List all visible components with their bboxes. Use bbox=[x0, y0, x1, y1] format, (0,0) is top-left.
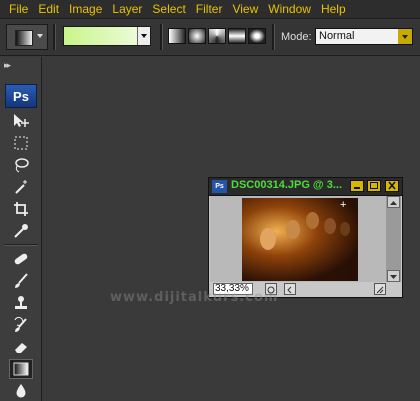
chevron-left-icon bbox=[287, 286, 292, 294]
gradient-icon bbox=[13, 362, 29, 376]
magic-wand-icon bbox=[15, 180, 27, 194]
arrow-down-icon bbox=[390, 275, 397, 279]
scroll-up-arrow[interactable] bbox=[387, 196, 400, 208]
angle-gradient-button[interactable] bbox=[208, 28, 226, 44]
divider bbox=[160, 24, 163, 50]
history-brush-icon bbox=[14, 317, 27, 332]
crop-icon bbox=[14, 202, 28, 216]
move-icon bbox=[14, 114, 29, 127]
eyedropper-tool[interactable] bbox=[10, 221, 32, 241]
marquee-tool[interactable] bbox=[10, 133, 32, 153]
gradient-tool[interactable] bbox=[9, 359, 33, 379]
chevron-down-icon[interactable] bbox=[398, 29, 412, 44]
chevron-down-icon bbox=[37, 34, 43, 38]
menu-layer[interactable]: Layer bbox=[107, 2, 147, 16]
minimize-button[interactable] bbox=[350, 180, 364, 192]
close-button[interactable] bbox=[385, 180, 399, 192]
radial-gradient-button[interactable] bbox=[188, 28, 206, 44]
toolbox: ▸▸ Ps bbox=[0, 57, 42, 401]
brush-tool[interactable] bbox=[10, 271, 32, 291]
eraser-tool[interactable] bbox=[10, 337, 32, 357]
lasso-icon bbox=[15, 158, 29, 173]
menu-help[interactable]: Help bbox=[316, 2, 351, 16]
menu-view[interactable]: View bbox=[227, 2, 263, 16]
stamp-icon bbox=[15, 296, 27, 309]
document-canvas[interactable]: + bbox=[210, 196, 386, 282]
mode-select[interactable]: Normal bbox=[315, 28, 413, 45]
menu-image[interactable]: Image bbox=[64, 2, 107, 16]
eyedropper-icon bbox=[14, 224, 28, 238]
blur-tool[interactable] bbox=[10, 381, 32, 401]
face bbox=[324, 218, 336, 234]
eraser-icon bbox=[15, 343, 27, 353]
face bbox=[260, 228, 276, 250]
menu-filter[interactable]: Filter bbox=[191, 2, 228, 16]
gradient-picker-dropdown[interactable] bbox=[137, 27, 150, 45]
clone-stamp-tool[interactable] bbox=[10, 293, 32, 313]
maximize-icon bbox=[370, 182, 378, 189]
resize-grip[interactable] bbox=[374, 283, 386, 295]
arrow-up-icon bbox=[390, 201, 397, 205]
options-bar: Mode: Normal bbox=[0, 20, 420, 56]
face bbox=[340, 222, 350, 236]
collapse-arrows-icon[interactable]: ▸▸ bbox=[4, 60, 11, 71]
reflected-gradient-button[interactable] bbox=[228, 28, 246, 44]
menu-edit[interactable]: Edit bbox=[33, 2, 64, 16]
divider bbox=[4, 244, 38, 246]
gradient-picker[interactable] bbox=[63, 26, 151, 46]
history-brush-tool[interactable] bbox=[10, 315, 32, 335]
marquee-icon bbox=[14, 136, 28, 150]
tool-preset-picker[interactable] bbox=[6, 24, 48, 50]
menu-bar: File Edit Image Layer Select Filter View… bbox=[0, 0, 420, 19]
document-titlebar[interactable]: Ps DSC00314.JPG @ 3... bbox=[209, 178, 402, 196]
maximize-button[interactable] bbox=[367, 180, 381, 192]
close-icon bbox=[388, 181, 396, 190]
linear-gradient-button[interactable] bbox=[168, 28, 186, 44]
crosshair-cursor-icon: + bbox=[340, 199, 347, 211]
divider bbox=[272, 24, 275, 50]
menu-select[interactable]: Select bbox=[147, 2, 190, 16]
menu-window[interactable]: Window bbox=[263, 2, 316, 16]
resize-icon bbox=[376, 286, 384, 294]
crop-tool[interactable] bbox=[10, 199, 32, 219]
photoshop-logo[interactable]: Ps bbox=[5, 84, 37, 108]
document-window[interactable]: Ps DSC00314.JPG @ 3... + 33,33% bbox=[208, 177, 403, 298]
diamond-gradient-button[interactable] bbox=[248, 28, 266, 44]
drop-icon bbox=[16, 384, 26, 398]
status-arrow-button[interactable] bbox=[284, 283, 296, 295]
mode-label: Mode: bbox=[281, 31, 312, 43]
menu-file[interactable]: File bbox=[4, 2, 33, 16]
photoshop-document-icon: Ps bbox=[212, 180, 227, 193]
divider bbox=[53, 24, 56, 50]
scroll-down-arrow[interactable] bbox=[387, 270, 400, 282]
face bbox=[306, 212, 319, 229]
magic-wand-tool[interactable] bbox=[10, 177, 32, 197]
document-title: DSC00314.JPG @ 3... bbox=[231, 179, 343, 191]
watermark-text: www.dijitalkurs.com bbox=[110, 290, 279, 305]
minimize-icon bbox=[354, 187, 360, 189]
brush-icon bbox=[15, 273, 28, 288]
face bbox=[286, 220, 300, 239]
lasso-tool[interactable] bbox=[10, 155, 32, 175]
bandage-icon bbox=[14, 253, 28, 265]
vertical-scrollbar[interactable] bbox=[386, 196, 401, 282]
healing-brush-tool[interactable] bbox=[10, 249, 32, 269]
move-tool[interactable] bbox=[10, 111, 32, 131]
mode-value: Normal bbox=[319, 30, 355, 42]
gradient-tool-icon bbox=[15, 30, 33, 46]
